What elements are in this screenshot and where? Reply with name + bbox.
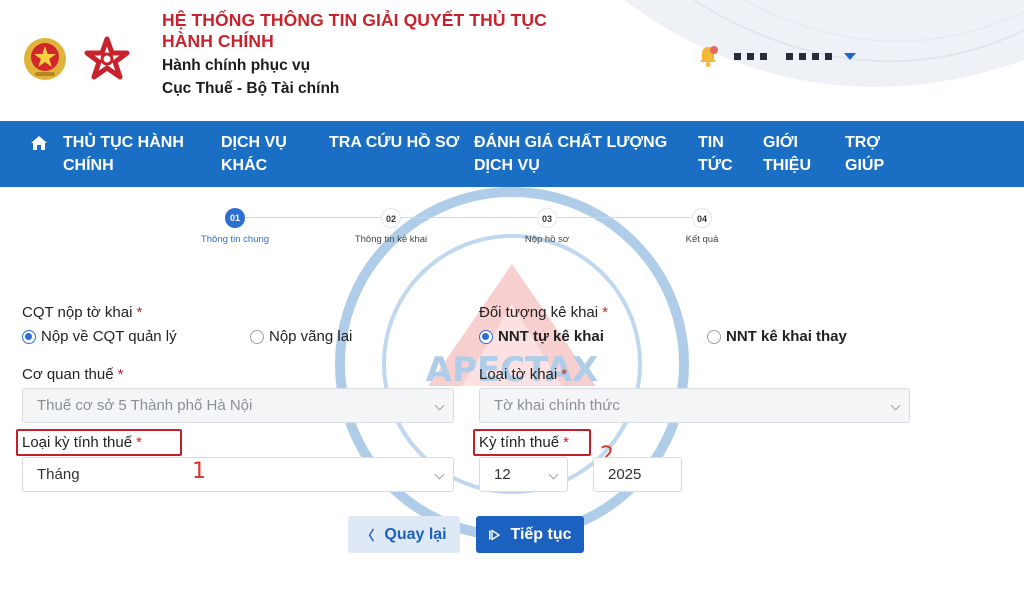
step-4-indicator: 04 (692, 208, 712, 228)
loai-to-khai-select[interactable]: Tờ khai chính thức (479, 388, 910, 423)
radio-unselected-icon[interactable] (707, 329, 721, 344)
required-mark: * (563, 434, 569, 451)
user-menu[interactable] (694, 42, 856, 70)
loai-ky-tinh-thue-label: Loại kỳ tính thuế * (22, 434, 142, 451)
nav-item-label: GIỚI (763, 134, 798, 151)
radio-nnt-ke-khai-thay[interactable]: NNT kê khai thay (707, 328, 847, 345)
step-2-label: Thông tin kê khai (354, 234, 428, 245)
chevron-down-icon[interactable] (844, 52, 856, 60)
nav-item-thu-tuc-hanh-chinh[interactable]: THỦ TỤC HÀNH CHÍNH (63, 131, 184, 177)
national-emblem-icon (24, 38, 66, 80)
nav-item-label: TRỢ (845, 134, 880, 151)
system-title-line1: HỆ THỐNG THÔNG TIN GIẢI QUYẾT THỦ TỤC (162, 10, 547, 30)
stepper-connector (400, 217, 537, 218)
nav-item-dich-vu-khac[interactable]: DỊCH VỤ KHÁC (221, 131, 287, 177)
nav-item-label: TIN (698, 134, 724, 151)
ky-tinh-thue-month-select[interactable]: 12 (479, 457, 568, 492)
back-button-label: Quay lại (384, 525, 447, 543)
radio-cqt-vang-lai[interactable]: Nộp vãng lai (250, 328, 352, 345)
loai-ky-tinh-thue-select[interactable]: Tháng (22, 457, 454, 492)
main-navigation: THỦ TỤC HÀNH CHÍNH DỊCH VỤ KHÁC TRA CỨU … (0, 121, 1024, 187)
tax-department-logo-icon (84, 36, 130, 80)
select-value: 12 (494, 466, 511, 483)
doituong-label: Đối tượng kê khai * (479, 304, 608, 321)
nav-item-tro-giup[interactable]: TRỢ GIÚP (845, 131, 884, 177)
ky-tinh-label-text: Kỳ tính thuế (479, 434, 560, 451)
loai-to-khai-label-text: Loại tờ khai (479, 366, 558, 383)
radio-selected-icon[interactable] (479, 329, 493, 344)
radio-label: Nộp vãng lai (269, 328, 353, 345)
annotation-number-1: 1 (192, 459, 206, 484)
cqt-label-text: CQT nộp tờ khai (22, 304, 133, 321)
nav-item-label: THIỆU (763, 157, 811, 174)
system-title-line2: HÀNH CHÍNH (162, 31, 274, 51)
continue-button[interactable]: Tiếp tục (476, 516, 584, 553)
select-value: Thuế cơ sở 5 Thành phố Hà Nội (37, 397, 253, 414)
chevron-left-icon: 〈 (361, 528, 375, 543)
header-agency: Cục Thuế - Bộ Tài chính (162, 80, 340, 97)
radio-unselected-icon[interactable] (250, 329, 264, 344)
co-quan-thue-select[interactable]: Thuế cơ sở 5 Thành phố Hà Nội (22, 388, 454, 423)
nav-item-tin-tuc[interactable]: TIN TỨC (698, 131, 733, 177)
nav-item-danh-gia-chat-luong[interactable]: ĐÁNH GIÁ CHẤT LƯỢNG DỊCH VỤ (474, 131, 667, 177)
back-button[interactable]: 〈 Quay lại (348, 516, 460, 553)
step-3-indicator: 03 (537, 208, 557, 228)
stepper-connector (245, 217, 381, 218)
nav-item-tra-cuu-ho-so[interactable]: TRA CỨU HỒ SƠ (329, 131, 459, 154)
radio-label: NNT kê khai thay (726, 328, 847, 345)
required-mark: * (136, 304, 143, 321)
co-quan-thue-label: Cơ quan thuế * (22, 366, 123, 383)
chevron-down-icon (434, 469, 445, 480)
select-value: Tháng (37, 466, 80, 483)
required-mark: * (602, 304, 608, 321)
radio-cqt-quan-ly[interactable]: Nộp về CQT quản lý (22, 328, 177, 345)
step-1-label: Thông tin chung (200, 234, 270, 245)
chevron-down-icon (434, 400, 445, 411)
radio-nnt-tu-ke-khai[interactable]: NNT tự kê khai (479, 328, 604, 345)
required-mark: * (136, 434, 142, 451)
loai-to-khai-label: Loại tờ khai * (479, 366, 567, 383)
nav-item-label: DỊCH VỤ (474, 157, 540, 174)
step-2-indicator: 02 (381, 208, 401, 228)
notification-bell-icon[interactable] (694, 42, 722, 70)
nav-item-label: TỨC (698, 157, 733, 174)
header-title-block: HỆ THỐNG THÔNG TIN GIẢI QUYẾT THỦ TỤC HÀ… (162, 10, 642, 98)
radio-selected-icon[interactable] (22, 329, 36, 344)
stepper-connector (556, 217, 693, 218)
nav-item-gioi-thieu[interactable]: GIỚI THIỆU (763, 131, 811, 177)
ky-tinh-thue-label: Kỳ tính thuế * (479, 434, 569, 451)
nav-item-label: ĐÁNH GIÁ CHẤT LƯỢNG (474, 134, 668, 151)
nav-item-label: CHÍNH (63, 157, 114, 174)
radio-label: Nộp về CQT quản lý (41, 328, 177, 345)
nav-item-label: DỊCH VỤ (221, 134, 287, 151)
select-value: Tờ khai chính thức (494, 397, 620, 414)
required-mark: * (561, 366, 568, 383)
user-name-redacted[interactable] (734, 52, 832, 60)
skip-forward-icon (489, 529, 501, 540)
radio-label: NNT tự kê khai (498, 328, 604, 345)
step-3-label: Nộp hồ sơ (524, 234, 570, 245)
nav-item-label: KHÁC (221, 157, 268, 174)
chevron-down-icon (890, 400, 901, 411)
ky-tinh-thue-year-input[interactable] (593, 457, 682, 492)
step-1-indicator: 01 (225, 208, 245, 228)
nav-item-label: GIÚP (845, 157, 885, 174)
progress-stepper: 01 02 03 04 Thông tin chung Thông tin kê… (0, 200, 1024, 260)
header-subtitle: Hành chính phục vụ (162, 57, 311, 74)
step-4-label: Kết quả (685, 234, 719, 245)
required-mark: * (117, 366, 124, 383)
chevron-down-icon (548, 469, 559, 480)
co-quan-thue-label-text: Cơ quan thuế (22, 366, 114, 383)
home-icon[interactable] (30, 134, 48, 152)
nav-item-label: TRA CỨU HỒ SƠ (329, 134, 460, 151)
site-header: HỆ THỐNG THÔNG TIN GIẢI QUYẾT THỦ TỤC HÀ… (0, 0, 1024, 121)
nav-item-label: THỦ TỤC HÀNH (63, 134, 184, 151)
continue-button-label: Tiếp tục (510, 525, 572, 543)
cqt-label: CQT nộp tờ khai * (22, 304, 142, 321)
loai-ky-label-text: Loại kỳ tính thuế (22, 434, 133, 451)
doituong-label-text: Đối tượng kê khai (479, 304, 599, 321)
